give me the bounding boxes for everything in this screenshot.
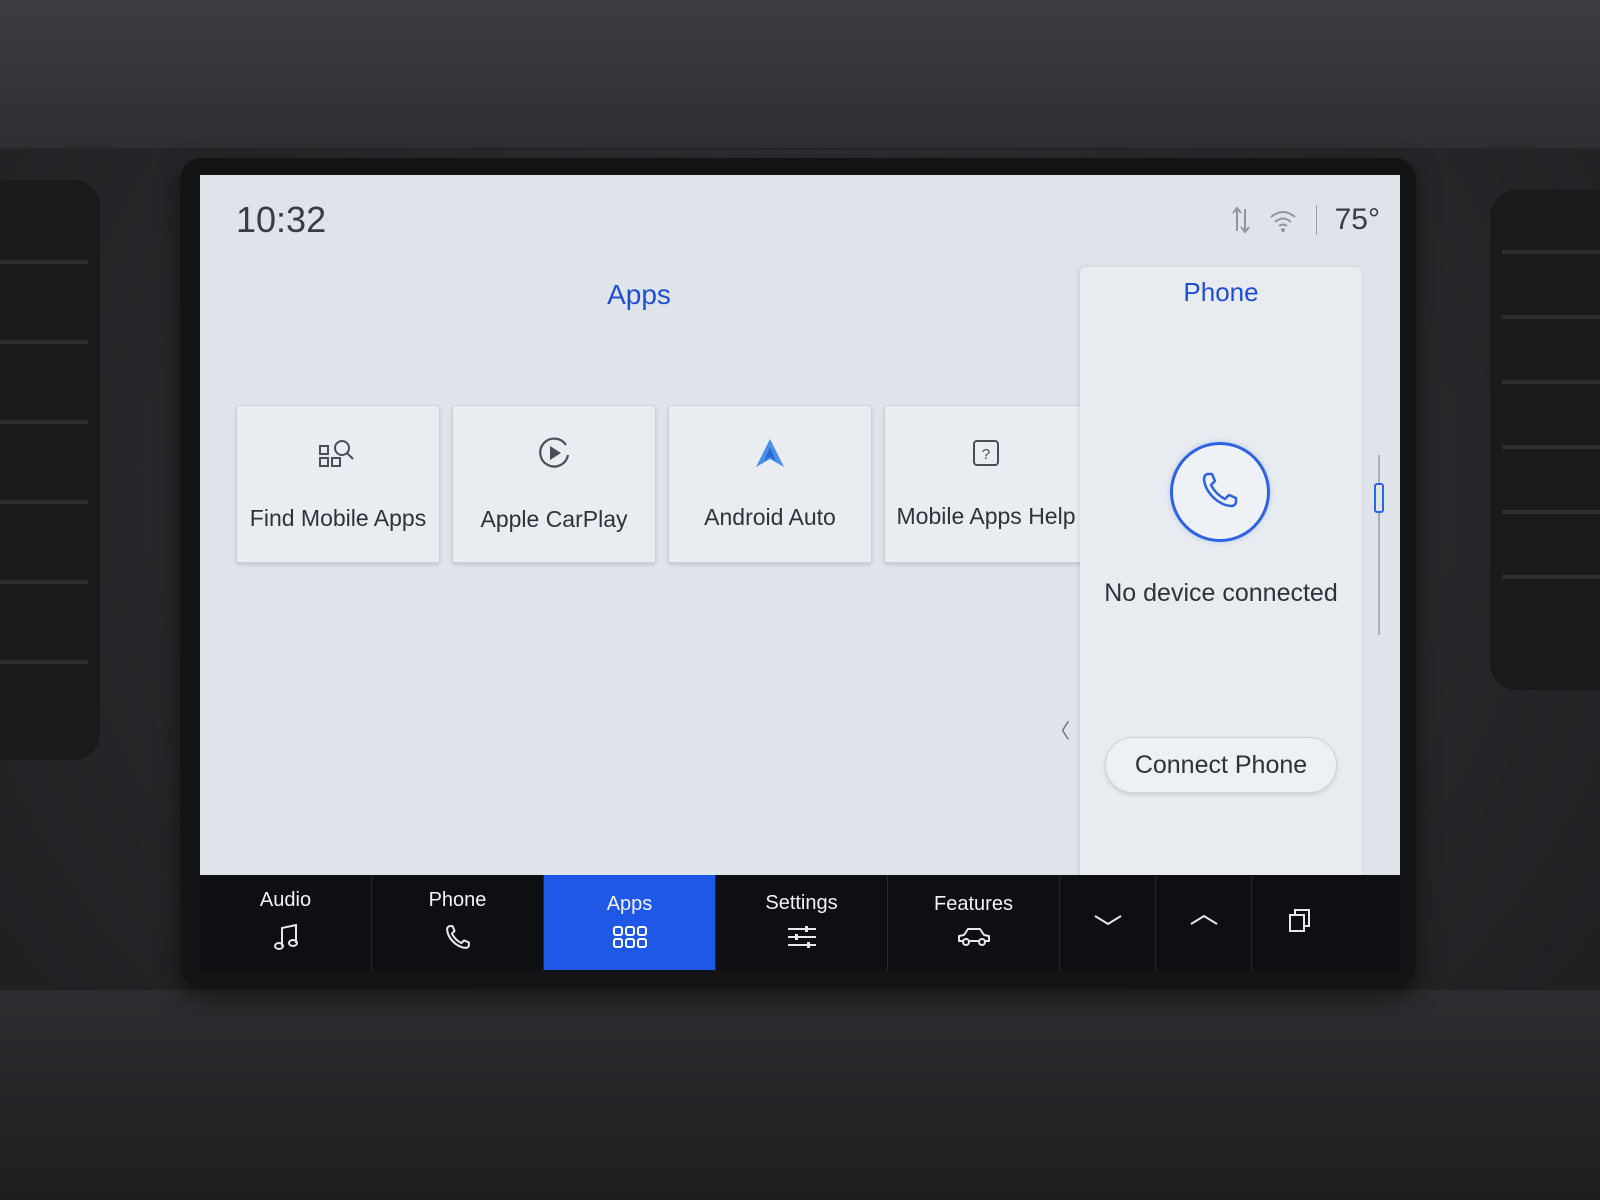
vehicle-icon [956,926,992,953]
tile-label: Android Auto [704,504,836,530]
data-transfer-icon [1231,205,1250,235]
dashboard-lower [0,990,1600,1200]
nav-item-settings[interactable]: Settings [716,875,888,970]
help-box-icon: ? [971,438,1001,473]
apple-carplay-tile[interactable]: Apple CarPlay [452,405,656,563]
connection-status: No device connected [1104,579,1338,607]
app-search-icon [318,436,358,475]
app-tiles: Find Mobile Apps Apple CarPlay Android A… [236,405,1088,563]
multi-window-icon [1287,906,1313,939]
clock: 10:32 [236,199,327,240]
scrollbar-track[interactable] [1378,455,1380,635]
right-air-vent [1490,190,1600,690]
mobile-apps-help-tile[interactable]: ? Mobile Apps Help [884,405,1088,563]
left-air-vent [0,180,100,760]
music-note-icon [272,922,300,957]
phone-call-button[interactable] [1170,442,1270,542]
phone-icon [443,922,473,957]
chevron-down-icon [1093,913,1123,932]
tile-label: Find Mobile Apps [249,505,427,531]
bottom-nav-bar: Audio Phone Apps Settings Features [200,875,1400,970]
scroll-up-button[interactable] [1156,875,1252,970]
phone-panel: Phone No device connected Connect Phone [1080,267,1362,897]
nav-label: Features [934,892,1013,915]
apps-page: Apps Find Mobile Apps Apple CarPlay Andr… [200,267,1088,877]
tile-label: Mobile Apps Help [896,503,1076,529]
tile-label: Apple CarPlay [480,506,628,532]
nav-item-phone[interactable]: Phone [372,875,544,970]
outside-temperature: 75° [1334,203,1380,236]
svg-text:?: ? [982,446,990,463]
scroll-down-button[interactable] [1060,875,1156,970]
phone-panel-title: Phone [1183,277,1259,307]
scrollbar-thumb[interactable] [1374,483,1384,513]
infotainment-screen: 10:32 75° Apps Find Mobile Apps Apple Ca… [200,175,1400,970]
status-icons: 75° [1231,203,1380,237]
android-auto-tile[interactable]: Android Auto [668,405,872,563]
nav-label: Audio [259,888,312,911]
nav-item-apps[interactable]: Apps [544,875,716,970]
nav-label: Phone [428,888,487,911]
find-mobile-apps-tile[interactable]: Find Mobile Apps [236,405,440,563]
page-title: Apps [607,279,671,310]
nav-label: Apps [606,892,653,915]
app-grid-icon [612,925,647,953]
nav-label: Settings [765,891,838,914]
wifi-hotspot-icon [1268,207,1298,233]
multi-window-button[interactable] [1252,875,1348,970]
status-bar: 10:32 75° [200,175,1400,265]
connect-phone-button[interactable]: Connect Phone [1105,737,1337,793]
panel-collapse-chevron-icon[interactable]: 〈 [1050,715,1070,744]
chevron-up-icon [1189,913,1219,932]
play-circle-icon [536,435,572,476]
android-auto-icon [754,437,786,474]
nav-item-features[interactable]: Features [888,875,1060,970]
sliders-icon [786,925,818,954]
nav-item-audio[interactable]: Audio [200,875,372,970]
dashboard-top [0,0,1600,150]
phone-icon [1198,468,1242,517]
status-divider [1315,205,1317,235]
